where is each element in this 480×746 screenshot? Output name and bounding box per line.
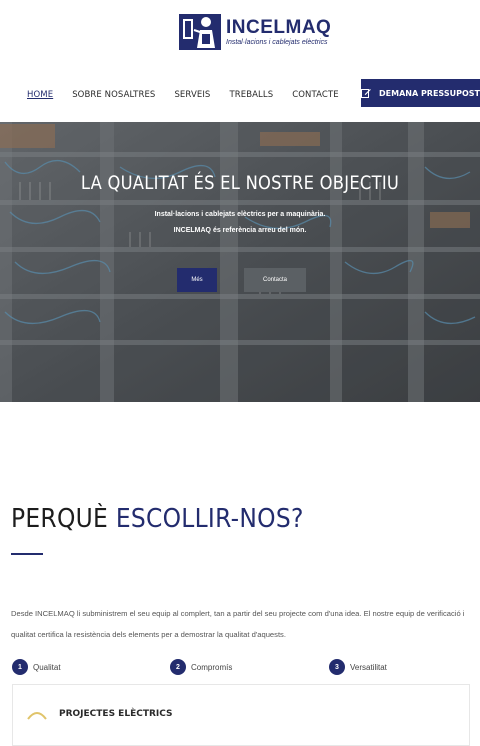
heading-divider xyxy=(11,553,43,555)
logo-mark-icon xyxy=(179,14,221,50)
step-number: 3 xyxy=(329,659,345,675)
hero-title: LA QUALITAT ÉS EL NOSTRE OBJECTIU xyxy=(80,172,400,194)
nav-item-home[interactable]: HOME xyxy=(27,90,53,100)
step-label: Qualitat xyxy=(33,662,61,672)
step-number: 1 xyxy=(12,659,28,675)
nav-item-serveis[interactable]: SERVEIS xyxy=(174,90,210,100)
contact-button[interactable]: Contacta xyxy=(244,268,306,292)
logo[interactable]: INCELMAQ Instal·lacions i cablejats elèc… xyxy=(178,10,331,54)
request-quote-label: DEMANA PRESSUPOST xyxy=(379,88,480,98)
hero-background-image xyxy=(0,122,480,402)
why-description: Desde INCELMAQ li subministrem el seu eq… xyxy=(11,609,465,639)
service-card-title: PROJECTES ELÈCTRICS xyxy=(59,709,173,719)
step-label: Versatilitat xyxy=(350,662,387,672)
edit-icon xyxy=(361,89,371,98)
main-nav: HOME SOBRE NOSALTRES SERVEIS TREBALLS CO… xyxy=(27,90,358,100)
why-heading: PERQUÈ ESCOLLIR-NOS? xyxy=(11,504,304,534)
nav-item-contacte[interactable]: CONTACTE xyxy=(292,90,338,100)
hero-subtitle-line-1: Instal·lacions i cablejats elèctrics per… xyxy=(154,211,326,218)
logo-tagline: Instal·lacions i cablejats elèctrics xyxy=(226,39,328,46)
nav-item-sobre-nosaltres[interactable]: SOBRE NOSALTRES xyxy=(72,90,155,100)
nav-item-treballs[interactable]: TREBALLS xyxy=(229,90,273,100)
step-commitment: 2 Compromís xyxy=(170,659,232,675)
lightning-icon xyxy=(27,712,47,720)
why-heading-part1: PERQUÈ xyxy=(11,504,109,534)
site-header: INCELMAQ Instal·lacions i cablejats elèc… xyxy=(0,0,480,122)
service-card[interactable]: PROJECTES ELÈCTRICS xyxy=(12,684,470,746)
why-heading-part2: ESCOLLIR-NOS? xyxy=(115,504,304,534)
feature-steps: 1 Qualitat 2 Compromís 3 Versatilitat xyxy=(12,659,480,677)
step-number: 2 xyxy=(170,659,186,675)
more-button[interactable]: Més xyxy=(177,268,217,292)
step-quality: 1 Qualitat xyxy=(12,659,61,675)
hero-subtitle-line-2: INCELMAQ és referència arreu del món. xyxy=(173,227,307,234)
hero-section: LA QUALITAT ÉS EL NOSTRE OBJECTIU Instal… xyxy=(0,122,480,402)
request-quote-button[interactable]: DEMANA PRESSUPOST xyxy=(361,79,480,107)
step-versatility: 3 Versatilitat xyxy=(329,659,387,675)
step-label: Compromís xyxy=(191,662,233,672)
logo-title: INCELMAQ xyxy=(226,17,332,38)
